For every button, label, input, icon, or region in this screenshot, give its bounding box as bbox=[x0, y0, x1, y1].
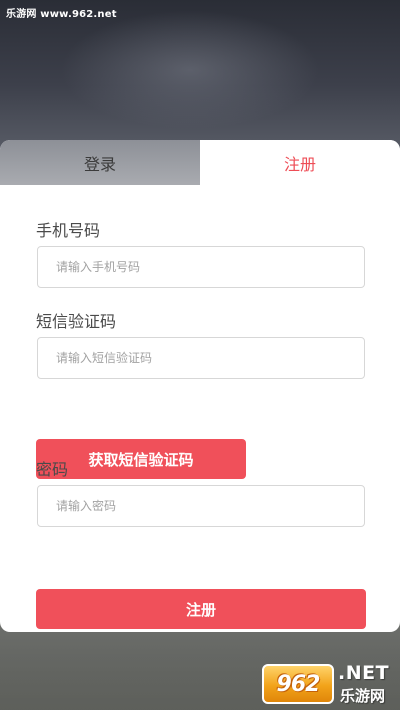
logo-badge: 962 bbox=[262, 664, 334, 704]
logo-number: 962 bbox=[276, 671, 321, 697]
background-blur bbox=[60, 10, 320, 130]
watermark-text: 乐游网 www.962.net bbox=[6, 9, 117, 20]
register-screen: 乐游网 www.962.net 登录 注册 手机号码 短信验证码 获取短信验证码… bbox=[0, 0, 400, 710]
auth-tabs: 登录 注册 bbox=[0, 140, 400, 185]
password-label: 密码 bbox=[36, 460, 69, 479]
phone-label: 手机号码 bbox=[36, 221, 101, 240]
tab-login[interactable]: 登录 bbox=[0, 140, 200, 185]
password-input[interactable] bbox=[37, 485, 365, 527]
sms-code-label: 短信验证码 bbox=[36, 312, 117, 331]
register-button[interactable]: 注册 bbox=[36, 589, 366, 629]
logo-suffix: .NET bbox=[338, 662, 390, 684]
auth-card: 登录 注册 手机号码 短信验证码 获取短信验证码 密码 注册 bbox=[0, 140, 400, 632]
logo-name: 乐游网 bbox=[340, 687, 386, 705]
site-logo: 962 .NET 乐游网 bbox=[262, 660, 396, 706]
phone-input[interactable] bbox=[37, 246, 365, 288]
tab-register[interactable]: 注册 bbox=[200, 140, 400, 185]
sms-code-input[interactable] bbox=[37, 337, 365, 379]
